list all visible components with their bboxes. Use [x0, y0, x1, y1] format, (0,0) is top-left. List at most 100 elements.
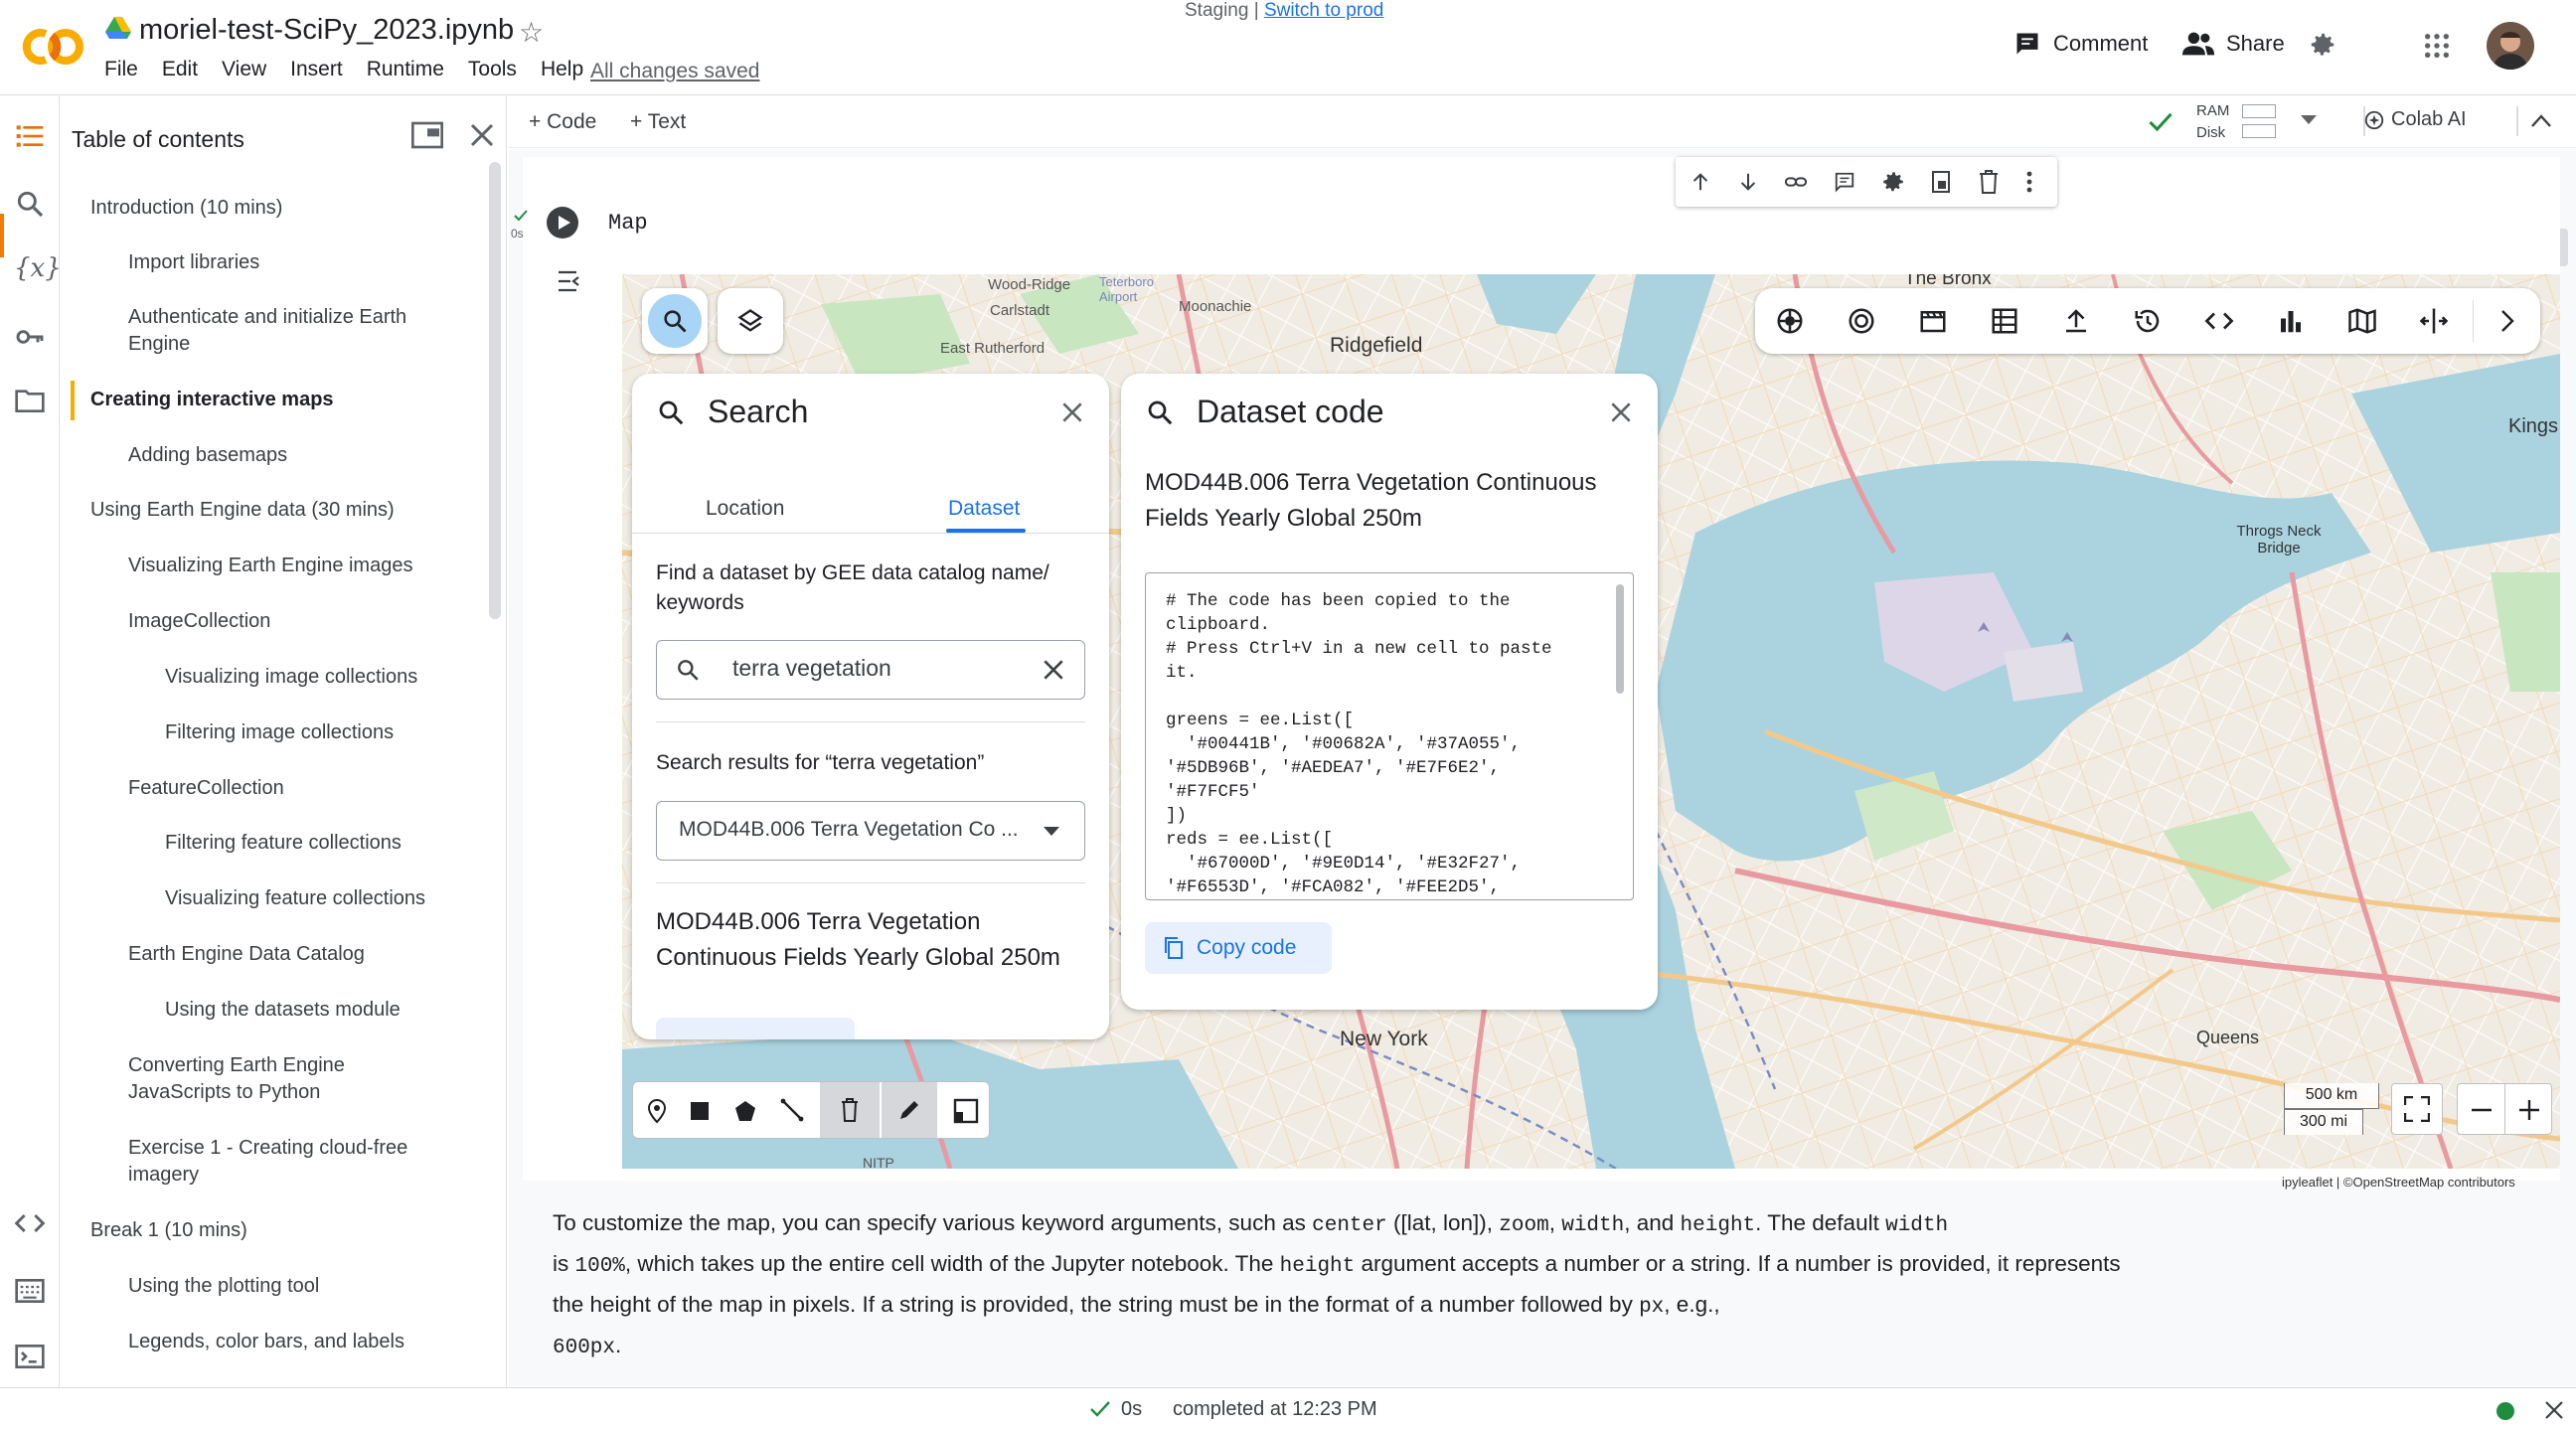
delete-icon[interactable] — [1978, 169, 2000, 195]
save-status[interactable]: All changes saved — [590, 60, 759, 83]
settings-gear-icon[interactable] — [2308, 30, 2337, 60]
menu-runtime[interactable]: Runtime — [367, 58, 444, 81]
toc-item[interactable]: Filtering image collections — [165, 719, 394, 746]
notebook-title[interactable]: moriel-test-SciPy_2023.ipynb — [139, 14, 514, 47]
toc-item[interactable]: Converting Earth Engine JavaScripts to P… — [128, 1052, 426, 1106]
move-down-icon[interactable] — [1737, 171, 1759, 193]
terminal-icon[interactable] — [14, 1341, 46, 1372]
command-palette-icon[interactable] — [14, 1275, 46, 1307]
connection-status-dot[interactable] — [2496, 1402, 2514, 1420]
menu-edit[interactable]: Edit — [162, 58, 198, 81]
copy-code-button[interactable]: Copy code — [1145, 922, 1332, 974]
colab-logo[interactable] — [18, 22, 87, 72]
add-code-button[interactable]: + Code — [529, 110, 596, 134]
toc-item[interactable]: Import libraries — [128, 249, 259, 276]
dataset-action-button[interactable] — [656, 1018, 855, 1039]
split-map-icon[interactable] — [2419, 306, 2449, 336]
menu-file[interactable]: File — [104, 58, 138, 81]
chevron-right-icon[interactable] — [2495, 308, 2518, 334]
code-snippets-icon[interactable] — [14, 1207, 46, 1239]
folder-icon[interactable] — [14, 385, 46, 416]
dataset-search-input[interactable]: terra vegetation — [656, 640, 1085, 700]
link-icon[interactable] — [1783, 171, 1809, 193]
resources-dropdown-icon[interactable] — [2300, 114, 2318, 126]
polygon-icon[interactable] — [734, 1100, 756, 1122]
toc-item[interactable]: Authenticate and initialize Earth Engine — [128, 304, 446, 358]
share-button[interactable]: Share — [2182, 30, 2285, 58]
output-toggle-icon[interactable] — [557, 268, 584, 294]
tab-dataset[interactable]: Dataset — [948, 497, 1020, 521]
run-cell-button[interactable] — [547, 207, 578, 238]
resource-meter[interactable]: RAM Disk — [2196, 100, 2229, 144]
switch-to-prod-link[interactable]: Switch to prod — [1264, 0, 1383, 21]
history-icon[interactable] — [2133, 306, 2163, 336]
table-icon[interactable] — [1990, 306, 2019, 336]
menu-tools[interactable]: Tools — [468, 58, 517, 81]
toc-item[interactable]: Introduction (10 mins) — [90, 195, 282, 222]
bar-chart-icon[interactable] — [2276, 306, 2306, 336]
upload-icon[interactable] — [2061, 306, 2091, 336]
toc-item[interactable]: Exercise 1 - Creating cloud-free imagery — [128, 1135, 446, 1189]
code-cell[interactable]: 0s Map Wood-Ridge Teterboro Airport Carl… — [511, 157, 2560, 1190]
variables-icon[interactable]: {x} — [14, 253, 62, 285]
toc-scrollbar[interactable] — [489, 162, 501, 619]
toc-item[interactable]: Visualizing image collections — [165, 664, 417, 691]
edit-draw-button[interactable] — [882, 1082, 937, 1138]
toc-item-active[interactable]: Creating interactive maps — [90, 387, 334, 413]
inspector-icon[interactable] — [1775, 306, 1805, 336]
apps-grid-icon[interactable] — [2423, 32, 2451, 60]
code-textarea[interactable]: # The code has been copied to the clipboa… — [1145, 572, 1634, 900]
dataset-results-select[interactable]: MOD44B.006 Terra Vegetation Co ... — [656, 801, 1085, 861]
map-search-button[interactable] — [642, 288, 708, 354]
tab-location[interactable]: Location — [706, 497, 784, 521]
close-icon[interactable] — [1608, 399, 1634, 425]
toc-item[interactable]: Using the datasets module — [165, 997, 401, 1024]
clear-input-icon[interactable] — [1041, 657, 1066, 683]
close-status-icon[interactable] — [2544, 1400, 2564, 1420]
avatar[interactable] — [2487, 22, 2534, 70]
collapse-header-icon[interactable] — [2530, 112, 2552, 128]
key-icon[interactable] — [14, 321, 46, 353]
zoom-out-icon[interactable] — [2470, 1098, 2494, 1122]
menu-view[interactable]: View — [222, 58, 266, 81]
toc-list-icon[interactable] — [14, 120, 46, 152]
toc-item[interactable]: Legends, color bars, and labels — [128, 1329, 404, 1355]
fullscreen-button[interactable] — [2391, 1083, 2443, 1135]
map-icon[interactable] — [2347, 306, 2377, 336]
toc-item[interactable]: Earth Engine Data Catalog — [128, 941, 365, 968]
gear-icon[interactable] — [1880, 169, 1906, 195]
timelapse-icon[interactable] — [1918, 306, 1948, 336]
layers-button[interactable] — [718, 288, 783, 354]
status-completed[interactable]: completed at 12:23 PM — [1173, 1398, 1377, 1421]
star-icon[interactable]: ☆ — [519, 16, 544, 49]
rectangle-icon[interactable] — [691, 1102, 709, 1120]
code-scrollbar[interactable] — [1616, 584, 1624, 694]
zoom-in-icon[interactable] — [2517, 1098, 2541, 1122]
toc-item[interactable]: Using the plotting tool — [128, 1273, 319, 1300]
toc-item[interactable]: Adding basemaps — [128, 442, 287, 469]
toc-item[interactable]: Visualizing Earth Engine images — [128, 553, 412, 579]
toc-item[interactable]: FeatureCollection — [128, 775, 284, 802]
toc-item[interactable]: Visualizing feature collections — [165, 885, 425, 912]
toc-item[interactable]: Break 1 (10 mins) — [90, 1217, 247, 1244]
polyline-icon[interactable] — [780, 1098, 804, 1122]
comment-button[interactable]: Comment — [2013, 30, 2148, 58]
comment-icon[interactable] — [1833, 171, 1856, 193]
toc-item[interactable]: Using Earth Engine data (30 mins) — [90, 497, 395, 524]
add-text-button[interactable]: + Text — [630, 110, 686, 134]
open-in-tab-icon[interactable] — [411, 120, 443, 150]
map-widget[interactable]: Wood-Ridge Teterboro Airport Carlstadt M… — [622, 274, 2560, 1169]
mirror-cell-icon[interactable] — [1930, 169, 1954, 195]
move-up-icon[interactable] — [1690, 171, 1711, 193]
delete-draw-button[interactable] — [820, 1082, 880, 1138]
marker-icon[interactable] — [645, 1098, 669, 1124]
code-icon[interactable] — [2204, 306, 2234, 336]
measure-icon[interactable] — [953, 1098, 979, 1124]
map-attribution[interactable]: ipyleaflet | ©OpenStreetMap contributors — [2282, 1175, 2515, 1190]
colab-ai-button[interactable]: Colab AI — [2363, 108, 2467, 131]
menu-insert[interactable]: Insert — [290, 58, 343, 81]
toc-item[interactable]: ImageCollection — [128, 608, 270, 635]
target-icon[interactable] — [1847, 306, 1876, 336]
toc-item[interactable]: Filtering feature collections — [165, 830, 402, 857]
search-icon[interactable] — [14, 188, 46, 220]
